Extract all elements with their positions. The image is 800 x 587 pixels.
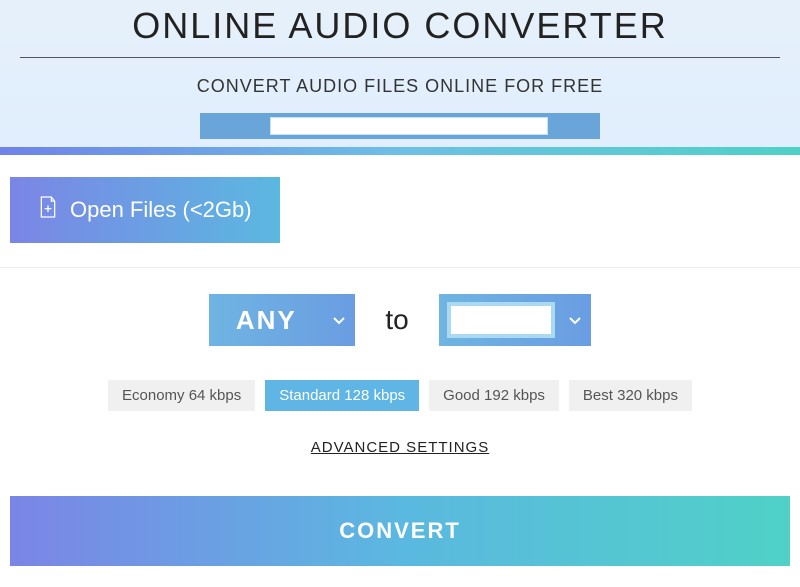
from-format-dropdown[interactable]: ANY <box>209 294 355 346</box>
to-format-dropdown[interactable] <box>439 294 591 346</box>
to-format-label <box>447 302 555 338</box>
conversion-row: ANY to <box>0 294 800 346</box>
search-bar[interactable] <box>200 113 600 139</box>
file-upload-icon <box>38 195 58 225</box>
open-files-label: Open Files (<2Gb) <box>70 197 252 223</box>
page-title: ONLINE AUDIO CONVERTER <box>0 5 800 47</box>
quality-best-button[interactable]: Best 320 kbps <box>569 380 692 411</box>
search-bar-right <box>548 113 600 139</box>
quality-standard-button[interactable]: Standard 128 kbps <box>265 380 419 411</box>
open-files-button[interactable]: Open Files (<2Gb) <box>10 177 280 243</box>
quality-good-button[interactable]: Good 192 kbps <box>429 380 559 411</box>
title-divider <box>20 57 780 58</box>
page-subtitle: CONVERT AUDIO FILES ONLINE FOR FREE <box>0 76 800 97</box>
convert-button[interactable]: CONVERT <box>10 496 790 566</box>
quality-row: Economy 64 kbps Standard 128 kbps Good 1… <box>0 380 800 411</box>
convert-section: CONVERT <box>0 496 800 566</box>
gradient-divider <box>0 147 800 155</box>
search-bar-left <box>200 113 270 139</box>
header: ONLINE AUDIO CONVERTER CONVERT AUDIO FIL… <box>0 0 800 147</box>
chevron-down-icon <box>323 313 355 327</box>
to-text: to <box>385 304 408 336</box>
search-bar-wrap <box>0 113 800 147</box>
advanced-settings-link[interactable]: ADVANCED SETTINGS <box>0 439 800 456</box>
chevron-down-icon <box>559 313 591 327</box>
open-files-section: Open Files (<2Gb) <box>0 155 800 268</box>
from-format-label: ANY <box>209 305 323 336</box>
search-input[interactable] <box>270 117 548 135</box>
quality-economy-button[interactable]: Economy 64 kbps <box>108 380 255 411</box>
